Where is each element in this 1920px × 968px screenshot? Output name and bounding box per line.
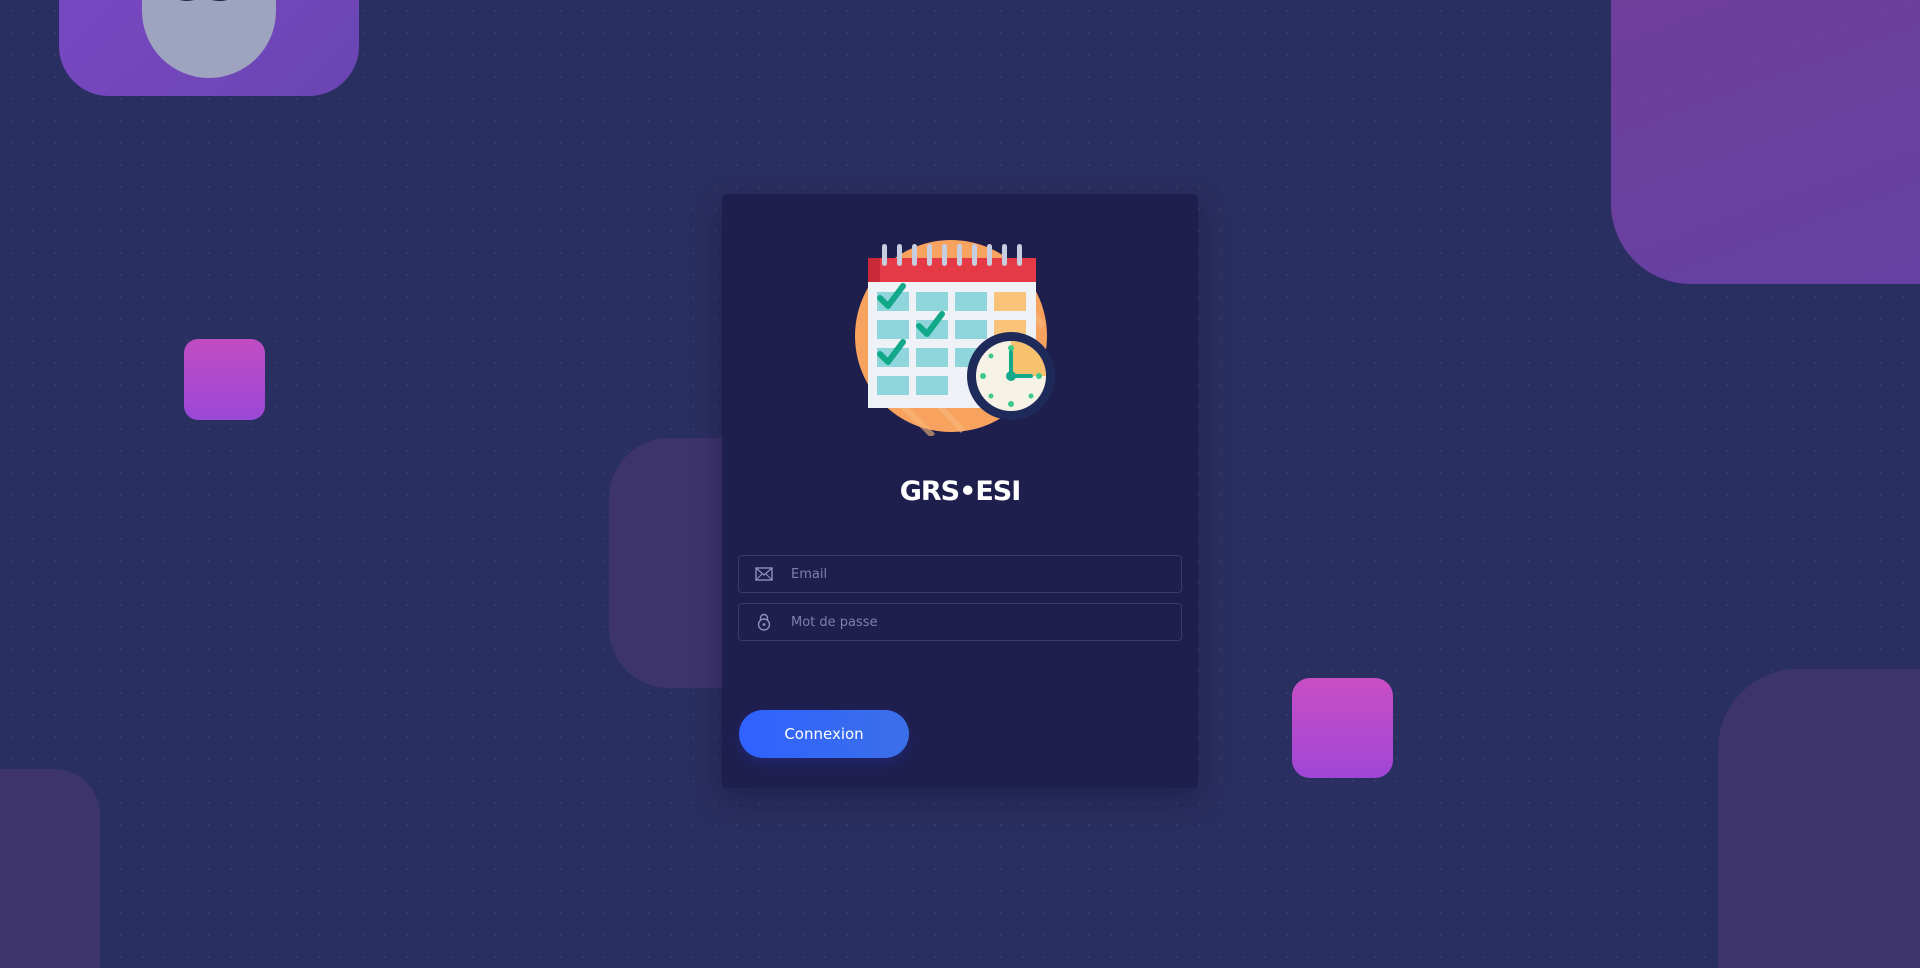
decorative-square-right xyxy=(1292,678,1393,778)
esi-logo: esi xyxy=(142,0,276,78)
password-input[interactable] xyxy=(789,613,1181,631)
decorative-square-left xyxy=(184,339,265,420)
app-title: GRS•ESI xyxy=(899,476,1022,507)
login-button[interactable]: Connexion xyxy=(739,710,909,758)
password-field[interactable] xyxy=(738,603,1182,641)
email-input[interactable] xyxy=(789,565,1181,583)
email-field[interactable] xyxy=(738,555,1182,593)
lock-icon xyxy=(755,613,773,631)
logo-text: esi xyxy=(165,0,257,78)
mail-icon xyxy=(755,565,773,583)
decorative-shape-bottom-left xyxy=(0,769,100,968)
decorative-shape-bottom-right xyxy=(1718,669,1920,968)
decorative-shape-top-right xyxy=(1611,0,1920,284)
calendar-clock-icon xyxy=(855,240,1055,436)
logo-badge: esi xyxy=(59,0,359,96)
login-card: GRS•ESI Connexion xyxy=(722,194,1198,788)
